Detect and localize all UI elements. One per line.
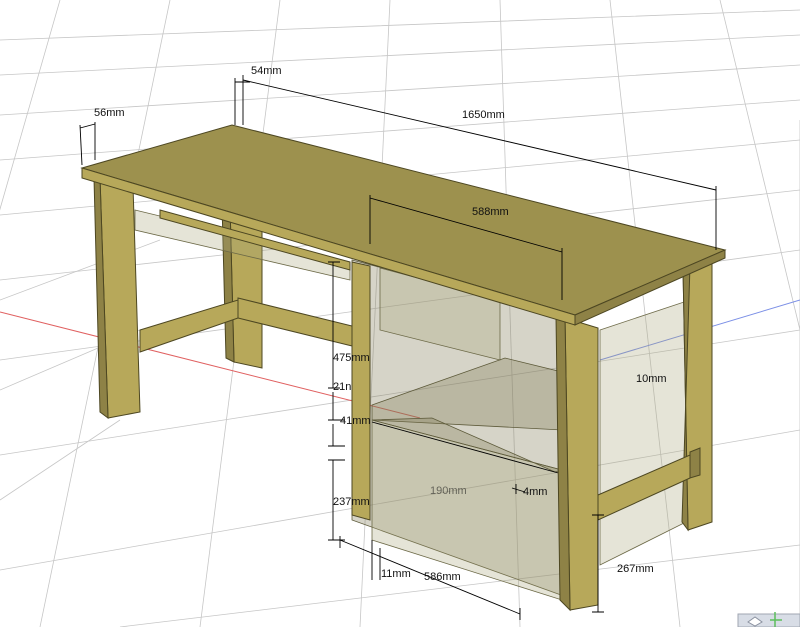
dim-label-21: 21n bbox=[333, 381, 351, 393]
dim-label-41: 41mm bbox=[340, 415, 371, 427]
cad-viewport[interactable]: 54mm 56mm 1650mm 588mm 475mm 21n 41mm 10… bbox=[0, 0, 800, 627]
dim-label-panel-10: 10mm bbox=[636, 373, 667, 385]
dim-label-586: 586mm bbox=[424, 571, 461, 583]
dim-label-drawer-inner-190: 190mm bbox=[430, 485, 467, 497]
dim-label-11: 11mm bbox=[381, 568, 411, 580]
drawer-cabinet bbox=[351, 259, 691, 601]
dim-label-top-length: 1650mm bbox=[462, 109, 505, 121]
dim-label-top-thickness: 56mm bbox=[94, 107, 125, 119]
dim-label-237: 237mm bbox=[333, 496, 370, 508]
front-left-leg bbox=[93, 177, 141, 420]
dim-label-drawer-inner-4: 4mm bbox=[523, 486, 547, 498]
dim-label-267: 267mm bbox=[617, 563, 654, 575]
dim-label-side-height: 475mm bbox=[333, 352, 370, 364]
view-cube-icon[interactable] bbox=[737, 612, 800, 627]
dim-label-top-depth: 54mm bbox=[251, 65, 282, 77]
dim-label-drawer-width: 588mm bbox=[472, 206, 509, 218]
